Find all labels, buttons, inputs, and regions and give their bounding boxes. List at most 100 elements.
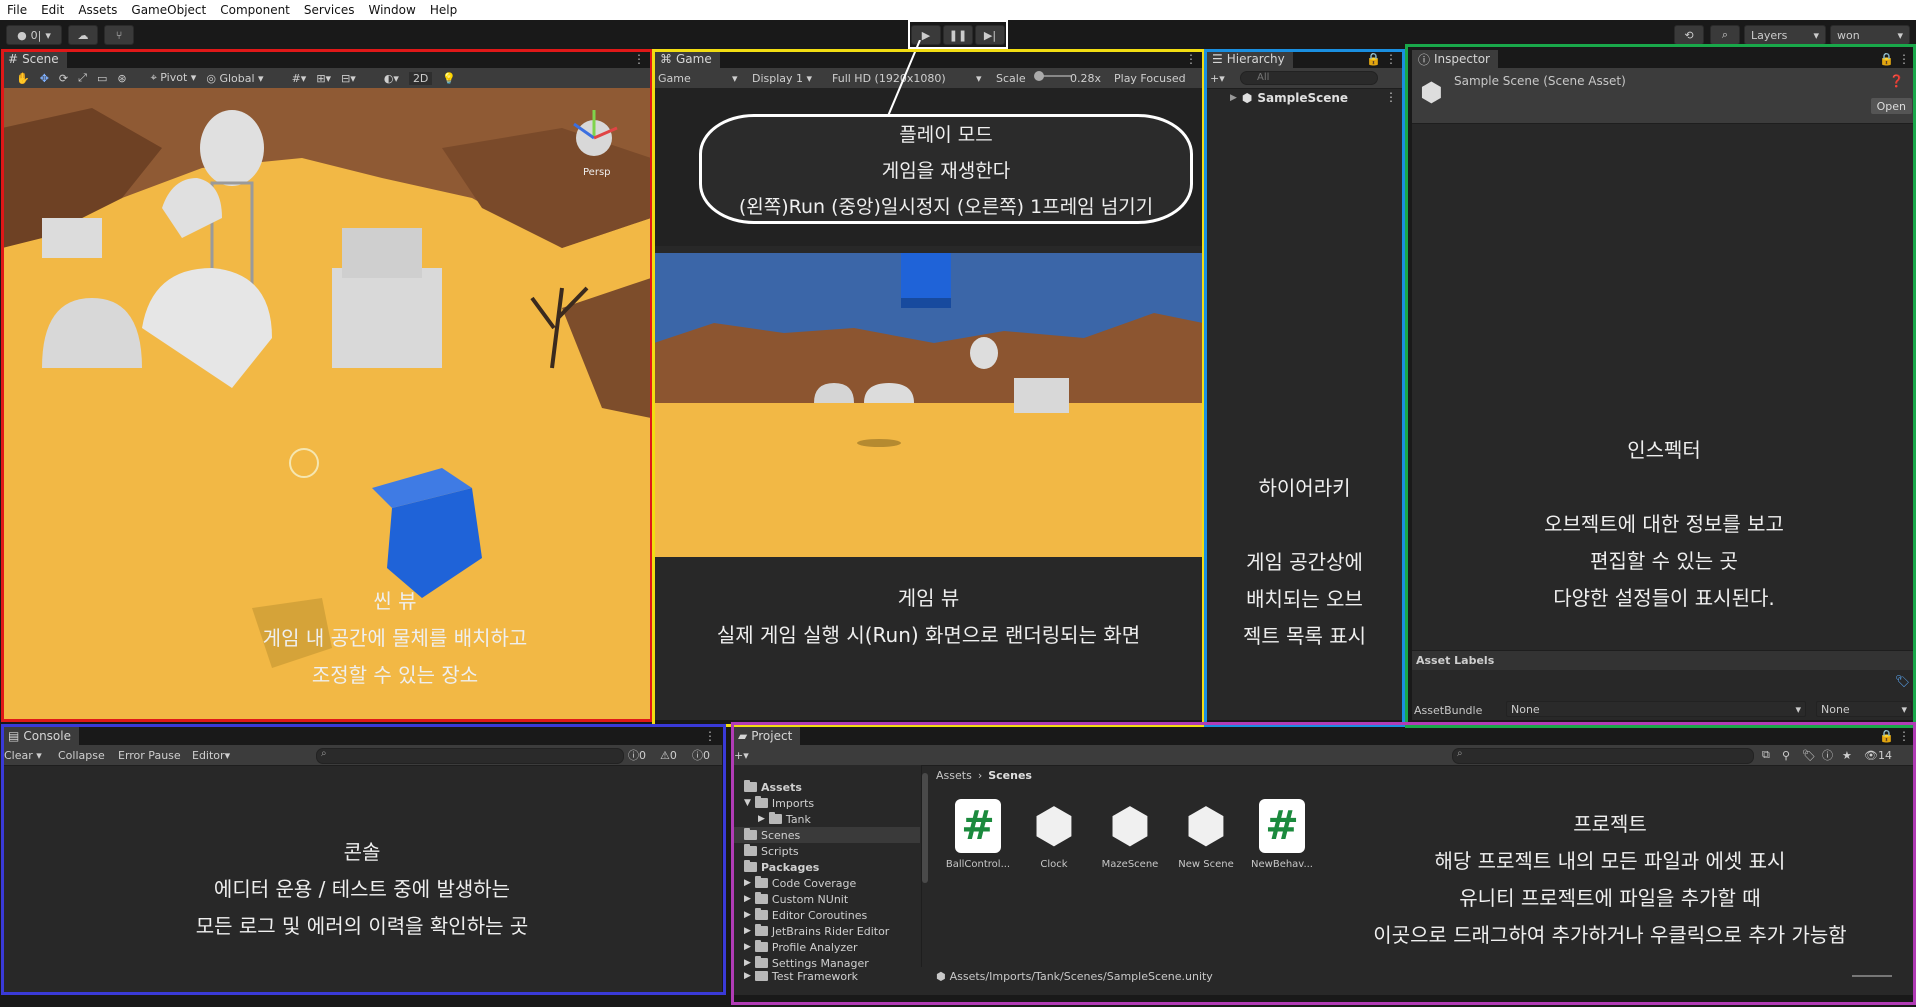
toggle-2d-button[interactable]: 2D — [408, 71, 433, 85]
scale-tool-icon[interactable]: ⤢ — [78, 71, 87, 85]
assetbundle-variant-dropdown[interactable]: None ▾ — [1816, 701, 1912, 717]
game-viewport[interactable] — [654, 253, 1203, 557]
tag-icon[interactable]: 🏷 — [1895, 674, 1910, 688]
add-button[interactable]: +▾ — [734, 749, 749, 762]
snap-increment-icon[interactable]: ⊞▾ — [316, 72, 331, 85]
asset-item[interactable]: ⬢ New Scene — [1166, 798, 1246, 870]
lighting-icon[interactable]: 💡 — [442, 72, 456, 85]
layers-dropdown[interactable]: Layers ▾ — [1744, 25, 1826, 45]
filter-type-icon[interactable]: ⧉ — [1762, 748, 1770, 762]
search-button[interactable]: ⌕ — [1710, 25, 1740, 45]
error-count-button[interactable]: ⓘ0 — [692, 747, 710, 763]
lock-icon[interactable]: 🔒 — [1879, 729, 1894, 743]
menu-edit[interactable]: Edit — [34, 3, 71, 17]
lock-icon[interactable]: 🔒 — [1366, 52, 1381, 66]
asset-item[interactable]: # BallControl... — [938, 799, 1018, 870]
tree-item-package[interactable]: ▶ Settings Manager — [744, 955, 869, 971]
menu-component[interactable]: Component — [213, 3, 297, 17]
open-button[interactable]: Open — [1870, 98, 1912, 114]
info-icon[interactable]: ⓘ — [1822, 747, 1833, 763]
hierarchy-scene-item[interactable]: ▶ ⬢ SampleScene — [1230, 90, 1348, 106]
menu-assets[interactable]: Assets — [71, 3, 124, 17]
tree-item-package[interactable]: ▶ Profile Analyzer — [744, 939, 858, 955]
tree-item-package[interactable]: ▶ Code Coverage — [744, 875, 856, 891]
building — [1014, 378, 1069, 413]
tree-item-scripts[interactable]: Scripts — [744, 843, 799, 859]
warning-count-button[interactable]: ⚠0 — [660, 749, 677, 762]
assetbundle-dropdown[interactable]: None ▾ — [1506, 701, 1806, 717]
tag-icon[interactable]: 🏷 — [1802, 749, 1816, 762]
menu-file[interactable]: File — [0, 3, 34, 17]
rect-tool-icon[interactable]: ▭ — [97, 72, 107, 85]
transform-tool-icon[interactable]: ⊛ — [117, 72, 126, 85]
menu-window[interactable]: Window — [362, 3, 423, 17]
console-search-input[interactable]: ⌕ — [316, 748, 624, 764]
move-tool-icon[interactable]: ✥ — [40, 72, 49, 85]
layout-dropdown[interactable]: won ▾ — [1830, 25, 1910, 45]
help-icon[interactable]: ❓ — [1889, 74, 1904, 88]
more-icon[interactable]: ⋮ — [1185, 52, 1197, 66]
project-search-input[interactable]: ⌕ — [1452, 748, 1754, 764]
tree-item-package[interactable]: ▶ Editor Coroutines — [744, 907, 867, 923]
hierarchy-search-input[interactable]: All — [1240, 71, 1378, 85]
asset-item[interactable]: # NewBehav... — [1242, 799, 1322, 870]
add-button[interactable]: +▾ — [1210, 72, 1225, 85]
hand-tool-icon[interactable]: ✋ — [16, 72, 30, 85]
tree-item-tank[interactable]: ▶ Tank — [758, 811, 811, 827]
tree-item-imports[interactable]: ▼ Imports — [744, 795, 814, 811]
menu-services[interactable]: Services — [297, 3, 362, 17]
ruler-icon[interactable]: ⊟▾ — [341, 72, 356, 85]
error-pause-button[interactable]: Error Pause — [118, 749, 181, 762]
tree-scrollbar[interactable] — [922, 767, 930, 887]
star-icon[interactable]: ★ — [1842, 749, 1852, 762]
clear-button[interactable]: Clear ▾ — [4, 749, 42, 762]
play-focused-dropdown[interactable]: Play Focused — [1114, 72, 1186, 85]
rotate-tool-icon[interactable]: ⟳ — [59, 72, 68, 85]
more-icon[interactable]: ⋮ — [1385, 90, 1397, 104]
breadcrumb-scenes[interactable]: Scenes — [988, 769, 1032, 782]
icon-size-slider[interactable] — [1852, 975, 1892, 977]
tree-item-assets[interactable]: Assets — [744, 779, 802, 795]
collapse-button[interactable]: Collapse — [58, 749, 105, 762]
pause-button[interactable]: ❚❚ — [943, 25, 973, 45]
tree-item-scenes[interactable]: Scenes — [732, 827, 920, 843]
tab-hierarchy[interactable]: ☰ Hierarchy — [1206, 50, 1293, 68]
pivot-dropdown[interactable]: ⌖ Pivot ▾ — [151, 71, 197, 85]
more-icon[interactable]: ⋮ — [1898, 52, 1910, 66]
display-dropdown[interactable]: Display 1 ▾ — [752, 72, 812, 85]
tree-item-package[interactable]: ▶ JetBrains Rider Editor — [744, 923, 889, 939]
more-icon[interactable]: ⋮ — [704, 729, 716, 743]
draw-mode-icon[interactable]: ◐▾ — [384, 72, 399, 85]
tree-item-packages[interactable]: Packages — [744, 859, 819, 875]
editor-dropdown[interactable]: Editor▾ — [192, 749, 230, 762]
scale-slider-handle[interactable] — [1034, 71, 1044, 81]
log-count-button[interactable]: ⓘ0 — [628, 747, 646, 763]
small-building — [42, 218, 102, 258]
tree-item-package[interactable]: ▶ Custom NUnit — [744, 891, 848, 907]
account-dropdown[interactable]: ● 0| ▾ — [6, 25, 62, 45]
tab-console[interactable]: ▤ Console — [2, 727, 79, 745]
asset-item[interactable]: ⬢ Clock — [1014, 798, 1094, 870]
step-button[interactable]: ▶| — [975, 25, 1005, 45]
grid-snap-icon[interactable]: #▾ — [292, 72, 307, 85]
asset-item[interactable]: ⬢ MazeScene — [1090, 798, 1170, 870]
tree-item-package[interactable]: ▶ Test Framework — [744, 971, 858, 981]
undo-history-button[interactable]: ⟲ — [1674, 25, 1704, 45]
more-icon[interactable]: ⋮ — [633, 52, 645, 66]
filter-label-icon[interactable]: ⚲ — [1782, 749, 1790, 762]
cloud-button[interactable]: ☁ — [68, 25, 98, 45]
collab-button[interactable]: ⑂ — [104, 25, 134, 45]
menu-gameobject[interactable]: GameObject — [124, 3, 213, 17]
more-icon[interactable]: ⋮ — [1898, 729, 1910, 743]
tab-game[interactable]: ⌘ Game — [654, 50, 720, 68]
tab-project[interactable]: ▰ Project — [732, 727, 801, 745]
global-dropdown[interactable]: ◎ Global ▾ — [206, 72, 263, 85]
tab-scene[interactable]: # Scene — [2, 50, 67, 68]
tab-inspector[interactable]: ⓘ Inspector — [1412, 50, 1498, 68]
eye-icon[interactable]: 👁14 — [1864, 749, 1892, 762]
breadcrumb-assets[interactable]: Assets — [936, 769, 972, 782]
game-mode-dropdown[interactable]: Game — [658, 72, 691, 85]
more-icon[interactable]: ⋮ — [1385, 52, 1397, 66]
lock-icon[interactable]: 🔒 — [1879, 52, 1894, 66]
menu-help[interactable]: Help — [423, 3, 464, 17]
